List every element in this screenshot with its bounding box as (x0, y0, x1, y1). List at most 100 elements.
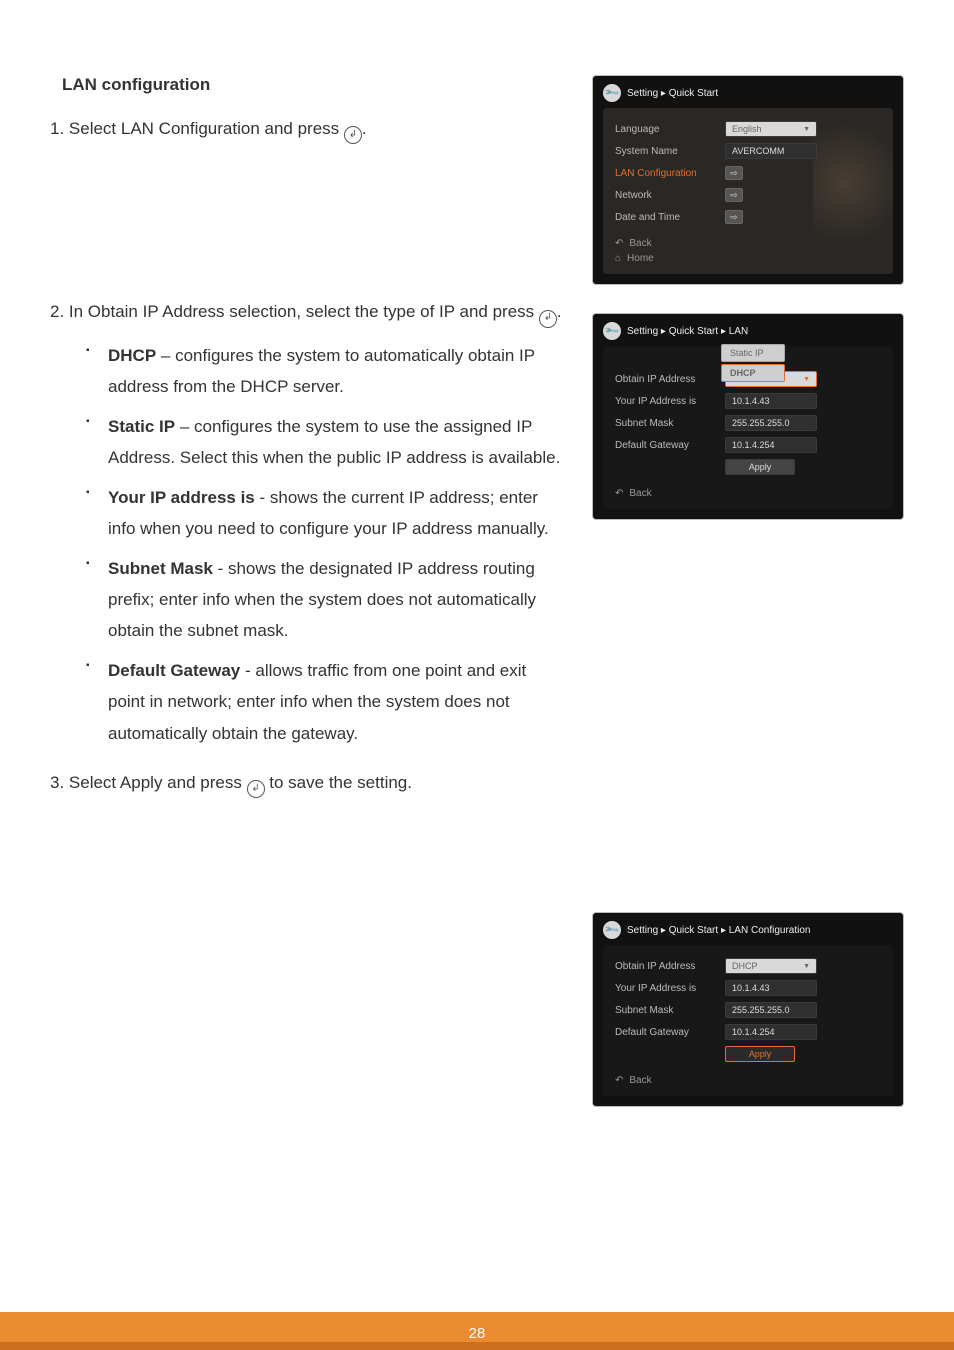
settings-icon (603, 921, 621, 939)
row-system-name[interactable]: System Name AVERCOMM (615, 140, 881, 162)
settings-icon (603, 322, 621, 340)
apply-button[interactable]: Apply (725, 1046, 795, 1062)
screenshot-lan-config: Setting ▸ Quick Start ▸ LAN Configuratio… (592, 912, 904, 1107)
left-column: LAN configuration 1. Select LAN Configur… (50, 75, 562, 1135)
row-gateway[interactable]: Default Gateway 10.1.4.254 (615, 1021, 881, 1043)
step3-suffix: to save the setting. (265, 773, 412, 792)
back-icon: ↶ (615, 488, 623, 499)
network-label: Network (615, 190, 725, 201)
back-label: Back (629, 488, 651, 499)
your-ip-label: Your IP Address is (615, 396, 725, 407)
enter-icon: ↲ (344, 126, 362, 144)
breadcrumb: Setting ▸ Quick Start ▸ LAN Configuratio… (603, 921, 893, 939)
row-subnet[interactable]: Subnet Mask 255.255.255.0 (615, 999, 881, 1021)
row-apply: Apply (615, 1043, 881, 1065)
gateway-value[interactable]: 10.1.4.254 (725, 437, 817, 453)
apply-button[interactable]: Apply (725, 459, 795, 475)
gateway-label: Default Gateway (615, 440, 725, 451)
enter-icon: ↲ (539, 310, 557, 328)
gateway-value[interactable]: 10.1.4.254 (725, 1024, 817, 1040)
chevron-down-icon: ▼ (803, 126, 810, 133)
bullet-gateway-label: Default Gateway (108, 661, 240, 680)
arrow-right-icon[interactable] (725, 188, 743, 202)
settings-icon (603, 84, 621, 102)
row-subnet[interactable]: Subnet Mask 255.255.255.0 (615, 412, 881, 434)
breadcrumb-text: Setting ▸ Quick Start ▸ LAN Configuratio… (627, 925, 810, 936)
row-network[interactable]: Network (615, 184, 881, 206)
arrow-right-icon[interactable] (725, 210, 743, 224)
language-label: Language (615, 124, 725, 135)
back-button[interactable]: ↶ Back (615, 1075, 881, 1086)
obtain-ip-options: Static IP DHCP (721, 344, 785, 384)
bullet-yourip-label: Your IP address is (108, 488, 255, 507)
bullet-list: DHCP – configures the system to automati… (86, 340, 562, 749)
step2-suffix: . (557, 302, 562, 321)
row-apply: Apply (615, 456, 881, 478)
language-dropdown[interactable]: English▼ (725, 121, 817, 137)
system-name-value[interactable]: AVERCOMM (725, 143, 817, 159)
date-time-label: Date and Time (615, 212, 725, 223)
breadcrumb: Setting ▸ Quick Start (603, 84, 893, 102)
back-label: Back (629, 1075, 651, 1086)
bullet-yourip: Your IP address is - shows the current I… (86, 482, 562, 545)
enter-icon: ↲ (247, 780, 265, 798)
bullet-dhcp: DHCP – configures the system to automati… (86, 340, 562, 403)
obtain-ip-label: Obtain IP Address (615, 961, 725, 972)
row-language[interactable]: Language English▼ (615, 118, 881, 140)
home-label: Home (627, 253, 654, 264)
back-button[interactable]: ↶ Back (615, 488, 881, 499)
option-dhcp[interactable]: DHCP (721, 364, 785, 382)
your-ip-label: Your IP Address is (615, 983, 725, 994)
row-lan-configuration[interactable]: LAN Configuration (615, 162, 881, 184)
system-name-label: System Name (615, 146, 725, 157)
option-static-ip[interactable]: Static IP (721, 344, 785, 362)
row-your-ip[interactable]: Your IP Address is 10.1.4.43 (615, 977, 881, 999)
chevron-down-icon: ▼ (803, 376, 810, 383)
page-number: 28 (0, 1325, 954, 1342)
step-3: 3. Select Apply and press ↲ to save the … (50, 767, 562, 798)
home-button[interactable]: ⌂ Home (615, 253, 881, 264)
bullet-gateway: Default Gateway - allows traffic from on… (86, 655, 562, 749)
your-ip-value[interactable]: 10.1.4.43 (725, 393, 817, 409)
bullet-static-text: – configures the system to use the assig… (108, 417, 560, 467)
bullet-subnet: Subnet Mask - shows the designated IP ad… (86, 553, 562, 647)
bullet-subnet-label: Subnet Mask (108, 559, 213, 578)
screenshot-quick-start: Setting ▸ Quick Start Language English▼ … (592, 75, 904, 285)
subnet-value[interactable]: 255.255.255.0 (725, 415, 817, 431)
bullet-static-label: Static IP (108, 417, 175, 436)
row-gateway[interactable]: Default Gateway 10.1.4.254 (615, 434, 881, 456)
arrow-right-icon[interactable] (725, 166, 743, 180)
back-icon: ↶ (615, 1075, 623, 1086)
breadcrumb-text: Setting ▸ Quick Start (627, 88, 718, 99)
gateway-label: Default Gateway (615, 1027, 725, 1038)
bullet-dhcp-label: DHCP (108, 346, 156, 365)
page-footer: 28 (0, 1312, 954, 1350)
subnet-value[interactable]: 255.255.255.0 (725, 1002, 817, 1018)
lan-config-label: LAN Configuration (615, 168, 725, 179)
right-column: Setting ▸ Quick Start Language English▼ … (592, 75, 904, 1135)
breadcrumb: Setting ▸ Quick Start ▸ LAN (603, 322, 893, 340)
step3-prefix: 3. Select Apply and press (50, 773, 247, 792)
obtain-ip-dropdown[interactable]: DHCP▼ (725, 958, 817, 974)
home-icon: ⌂ (615, 253, 621, 264)
step-1: 1. Select LAN Configuration and press ↲. (50, 113, 562, 144)
breadcrumb-text: Setting ▸ Quick Start ▸ LAN (627, 326, 748, 337)
subnet-label: Subnet Mask (615, 1005, 725, 1016)
your-ip-value[interactable]: 10.1.4.43 (725, 980, 817, 996)
step1-suffix: . (362, 119, 367, 138)
chevron-down-icon: ▼ (803, 963, 810, 970)
bullet-dhcp-text: – configures the system to automatically… (108, 346, 535, 396)
step2-prefix: 2. In Obtain IP Address selection, selec… (50, 302, 539, 321)
row-your-ip[interactable]: Your IP Address is 10.1.4.43 (615, 390, 881, 412)
subnet-label: Subnet Mask (615, 418, 725, 429)
back-icon: ↶ (615, 238, 623, 249)
screenshot-lan-dropdown: Setting ▸ Quick Start ▸ LAN Static IP DH… (592, 313, 904, 520)
obtain-ip-label: Obtain IP Address (615, 374, 725, 385)
step1-prefix: 1. Select LAN Configuration and press (50, 119, 344, 138)
row-date-time[interactable]: Date and Time (615, 206, 881, 228)
back-button[interactable]: ↶ Back (615, 238, 881, 249)
section-title: LAN configuration (62, 75, 562, 95)
row-obtain-ip[interactable]: Obtain IP Address DHCP▼ (615, 955, 881, 977)
back-label: Back (629, 238, 651, 249)
bullet-static: Static IP – configures the system to use… (86, 411, 562, 474)
